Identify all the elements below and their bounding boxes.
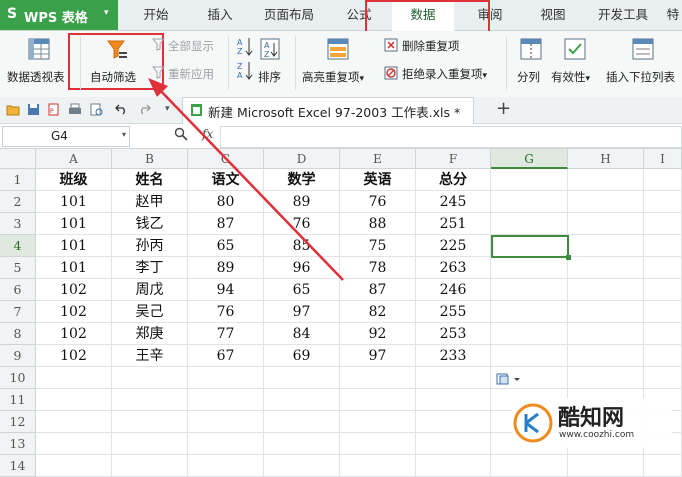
watermark-brand: 酷知网 — [558, 406, 625, 431]
watermark-url: www.coozhi.com — [559, 430, 635, 440]
watermark: 酷知网 www.coozhi.com — [512, 398, 672, 448]
coozhi-logo-icon — [513, 403, 553, 443]
